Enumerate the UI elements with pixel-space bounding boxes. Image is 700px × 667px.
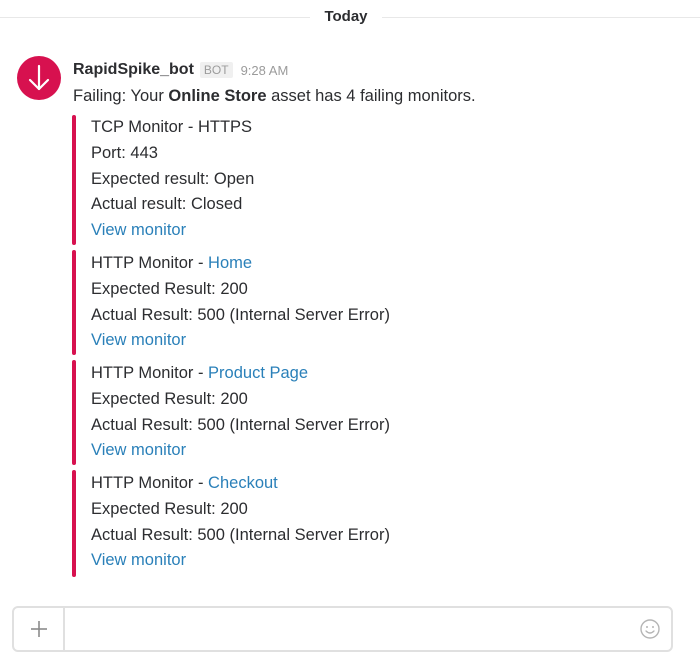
- attachment-color-bar: [72, 250, 76, 355]
- attachment-title-text: TCP Monitor - HTTPS: [91, 118, 253, 136]
- view-monitor-link[interactable]: View monitor: [91, 441, 186, 459]
- avatar[interactable]: [17, 56, 61, 100]
- attach-button[interactable]: [14, 608, 65, 650]
- attachment-title-text: HTTP Monitor -: [91, 474, 209, 492]
- message-input[interactable]: [66, 610, 630, 650]
- attachment-field: Expected Result: 200: [91, 279, 248, 298]
- attachment-field: Expected Result: 200: [91, 389, 248, 408]
- attachment-title: HTTP Monitor - Product Page: [91, 361, 390, 387]
- attachment-field: Actual Result: 500 (Internal Server Erro…: [91, 525, 390, 544]
- attachment-color-bar: [72, 360, 76, 465]
- attachment-field: Actual Result: 500 (Internal Server Erro…: [91, 305, 390, 324]
- attachment-title: HTTP Monitor - Checkout: [91, 471, 390, 497]
- attachment-color-bar: [72, 115, 76, 245]
- monitor-title-link[interactable]: Home: [208, 254, 252, 272]
- emoji-icon: [640, 619, 660, 639]
- message-header: RapidSpike_bot BOT 9:28 AM: [73, 59, 288, 81]
- attachment-field: Expected Result: 200: [91, 499, 248, 518]
- plus-icon: [30, 621, 47, 637]
- attachment-tcp-https: TCP Monitor - HTTPS Port: 443 Expected r…: [72, 115, 672, 245]
- attachment-title: HTTP Monitor - Home: [91, 251, 390, 277]
- attachment-http-checkout: HTTP Monitor - Checkout Expected Result:…: [72, 470, 672, 577]
- message-text: Failing: Your Online Store asset has 4 f…: [73, 84, 476, 108]
- message-text-prefix: Failing: Your: [73, 87, 169, 105]
- arrow-down-icon: [28, 64, 50, 91]
- day-divider-label: Today: [310, 6, 382, 28]
- sender-name[interactable]: RapidSpike_bot: [73, 61, 194, 79]
- attachment-field: Expected result: Open: [91, 169, 255, 188]
- attachment-color-bar: [72, 470, 76, 577]
- attachment-field: Port: 443: [91, 143, 158, 162]
- emoji-button[interactable]: [639, 618, 661, 640]
- asset-name: Online Store: [168, 87, 267, 105]
- view-monitor-link[interactable]: View monitor: [91, 221, 186, 239]
- attachment-title: TCP Monitor - HTTPS: [91, 115, 254, 141]
- monitor-title-link[interactable]: Checkout: [208, 474, 278, 492]
- attachment-title-text: HTTP Monitor -: [91, 364, 209, 382]
- attachment-title-text: HTTP Monitor -: [91, 254, 209, 272]
- monitor-title-link[interactable]: Product Page: [208, 364, 308, 382]
- bot-badge: BOT: [199, 62, 233, 78]
- message-text-suffix: asset has 4 failing monitors.: [266, 87, 476, 105]
- message-timestamp[interactable]: 9:28 AM: [241, 63, 289, 78]
- view-monitor-link[interactable]: View monitor: [91, 331, 186, 349]
- message-composer: [12, 606, 673, 652]
- attachment-field: Actual result: Closed: [91, 195, 243, 214]
- attachment-http-product-page: HTTP Monitor - Product Page Expected Res…: [72, 360, 672, 465]
- view-monitor-link[interactable]: View monitor: [91, 551, 186, 569]
- attachment-http-home: HTTP Monitor - Home Expected Result: 200…: [72, 250, 672, 355]
- attachment-field: Actual Result: 500 (Internal Server Erro…: [91, 415, 390, 434]
